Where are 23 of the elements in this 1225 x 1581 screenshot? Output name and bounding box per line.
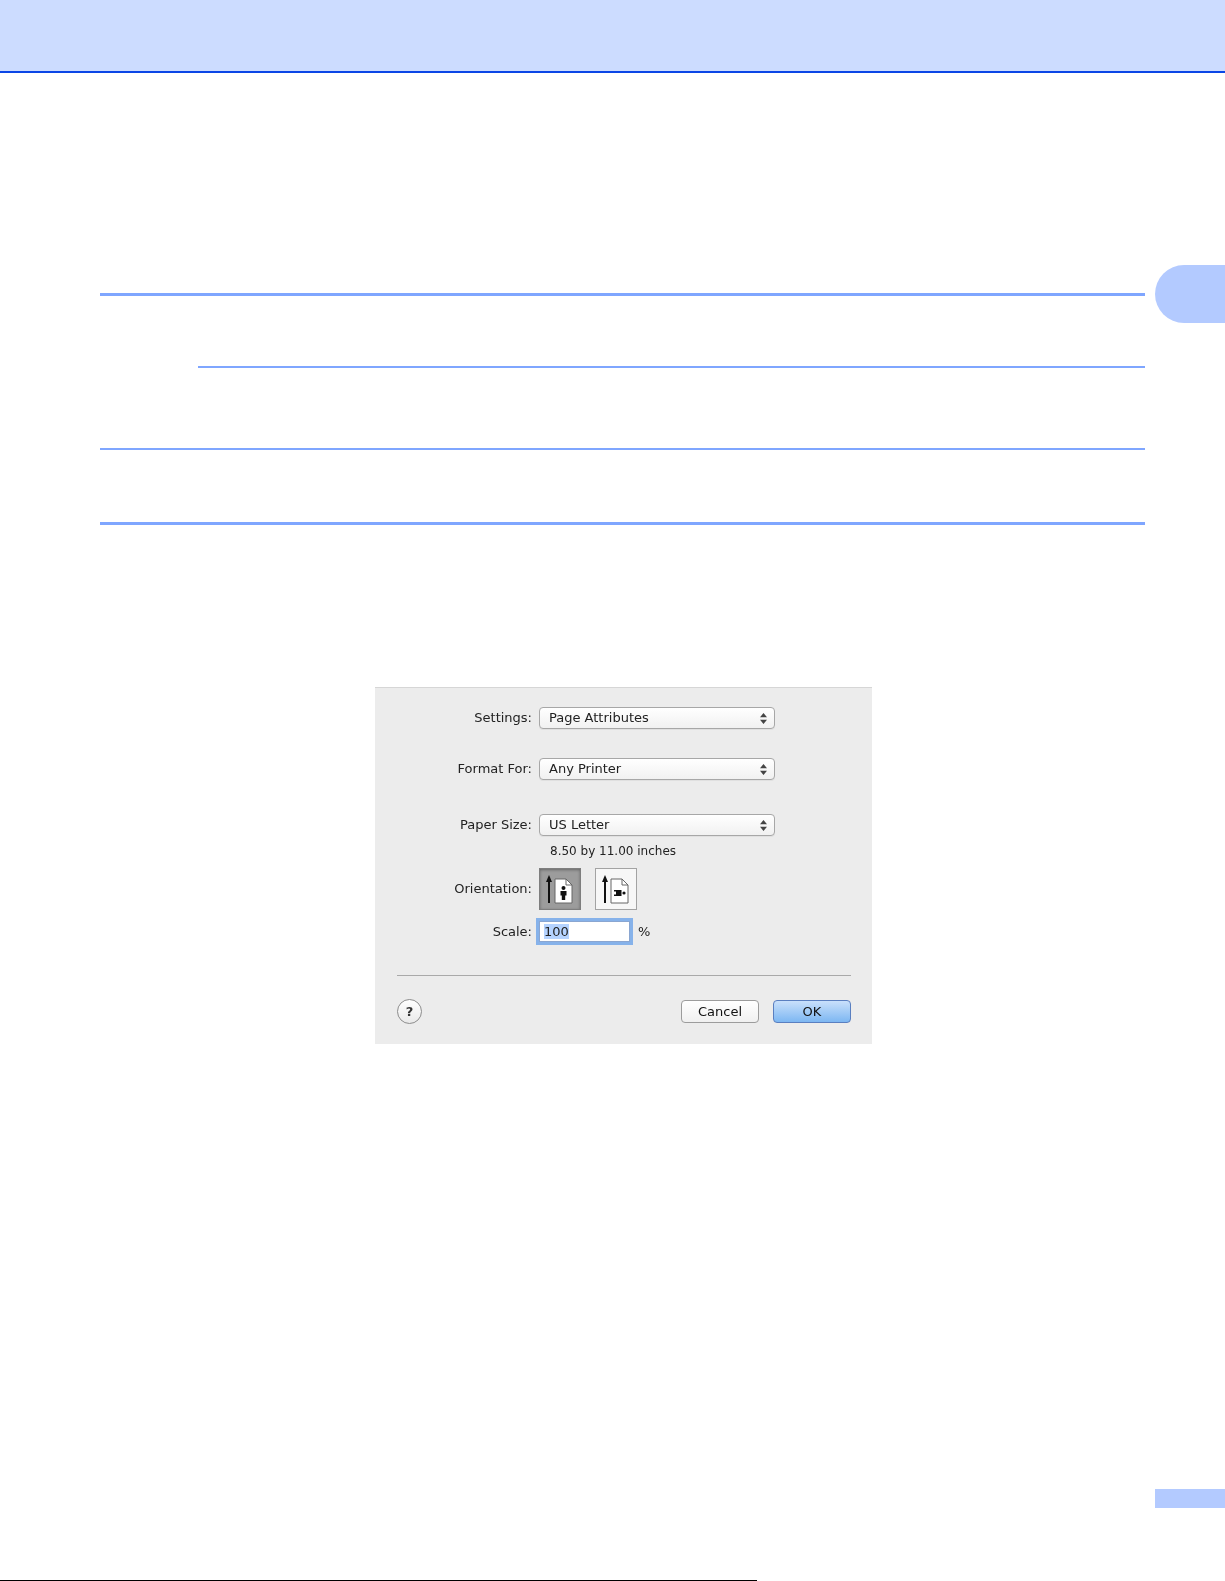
up-down-arrows-icon	[760, 712, 767, 724]
footer-band	[1155, 1489, 1225, 1508]
side-band	[1155, 265, 1225, 323]
up-down-arrows-icon	[760, 819, 767, 831]
select-dropdown[interactable]: Page Attributes	[539, 707, 775, 729]
orientation-button[interactable]	[539, 868, 581, 910]
unit-label: %	[638, 922, 651, 941]
scale-field[interactable]: 100	[539, 921, 630, 942]
help-button[interactable]: ?	[397, 999, 422, 1024]
paper-size-note: 8.50 by 11.00 inches	[550, 843, 676, 859]
field-label: Settings:	[474, 710, 532, 726]
field-label: Paper Size:	[460, 817, 532, 833]
dialog-button[interactable]: Cancel	[681, 1000, 759, 1023]
field-label: Orientation:	[454, 881, 532, 897]
select-dropdown[interactable]: US Letter	[539, 814, 775, 836]
up-down-arrows-icon	[760, 763, 767, 775]
field-label: Format For:	[457, 761, 532, 777]
select-dropdown[interactable]: Any Printer	[539, 758, 775, 780]
landscape-orientation-icon	[601, 874, 631, 904]
field-label: Scale:	[492, 923, 532, 939]
orientation-button[interactable]	[595, 868, 637, 910]
default-button[interactable]: OK	[773, 1000, 851, 1023]
portrait-orientation-icon	[545, 874, 575, 904]
